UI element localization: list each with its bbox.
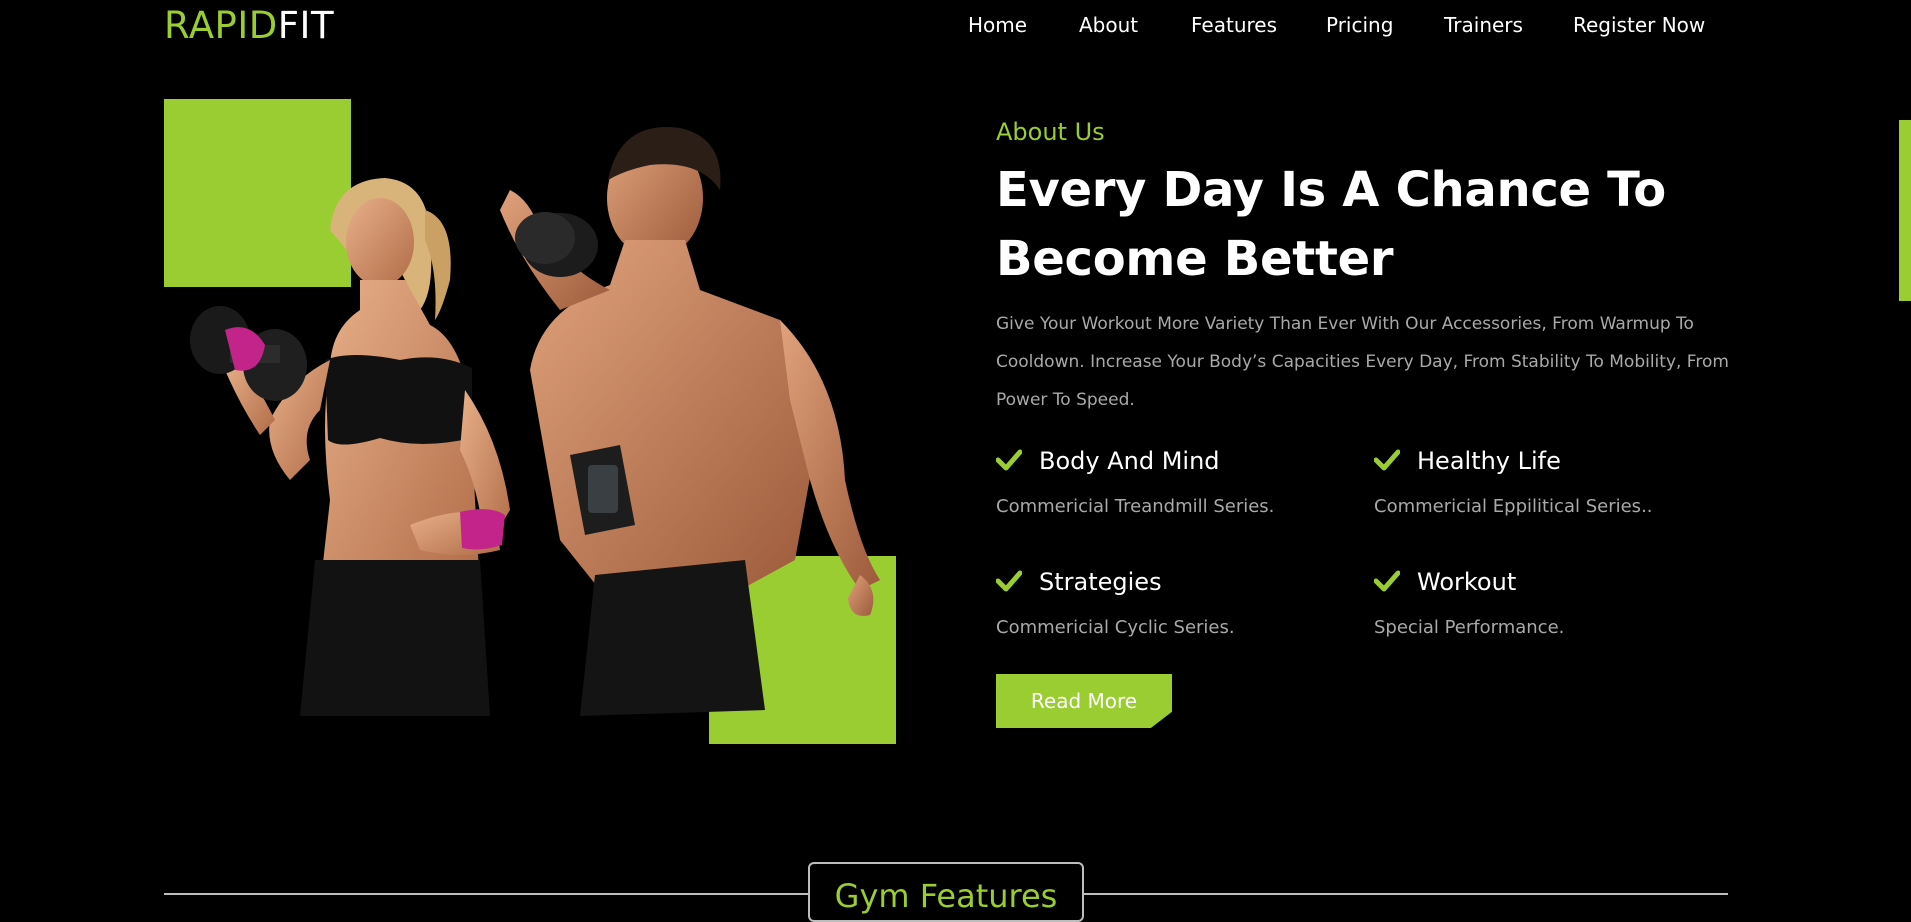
top-navbar: RAPIDFIT Home About Features Pricing Tra… [0, 0, 1911, 52]
feature-title: Strategies [1039, 568, 1162, 596]
fitness-couple-photo [190, 127, 880, 716]
feature-title: Workout [1417, 568, 1517, 596]
nav-about[interactable]: About [1079, 11, 1138, 39]
read-more-button[interactable]: Read More [996, 674, 1172, 728]
check-icon [996, 570, 1022, 592]
man-figure [500, 127, 880, 716]
nav-trainers[interactable]: Trainers [1444, 11, 1523, 39]
nav-links: Home About Features Pricing Trainers Reg… [0, 11, 1911, 41]
check-icon [1374, 570, 1400, 592]
about-eyebrow: About Us [996, 118, 1105, 146]
about-title: Every Day Is A Chance To Become Better [996, 156, 1716, 294]
nav-features[interactable]: Features [1191, 11, 1277, 39]
woman-figure [190, 178, 510, 716]
gym-features-heading-text: Gym Features [834, 877, 1058, 915]
feature-subtitle: Commericial Cyclic Series. [996, 617, 1235, 638]
check-icon [996, 449, 1022, 471]
nav-home[interactable]: Home [968, 11, 1027, 39]
feature-subtitle: Commericial Treandmill Series. [996, 496, 1275, 517]
feature-subtitle: Commericial Eppilitical Series.. [1374, 496, 1653, 517]
feature-title: Healthy Life [1417, 447, 1561, 475]
gym-features-heading: Gym Features [808, 862, 1084, 922]
nav-register-now[interactable]: Register Now [1573, 11, 1705, 39]
check-icon [1374, 449, 1400, 471]
scroll-indicator [1899, 120, 1911, 301]
feature-subtitle: Special Performance. [1374, 617, 1565, 638]
nav-pricing[interactable]: Pricing [1326, 11, 1393, 39]
about-title-line2: Become Better [996, 231, 1394, 287]
about-title-line1: Every Day Is A Chance To [996, 162, 1666, 218]
about-description: Give Your Workout More Variety Than Ever… [996, 314, 1729, 410]
feature-title: Body And Mind [1039, 447, 1220, 475]
